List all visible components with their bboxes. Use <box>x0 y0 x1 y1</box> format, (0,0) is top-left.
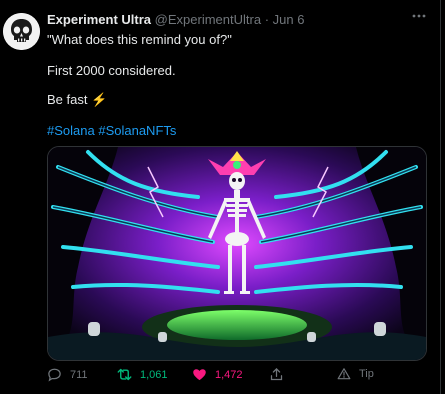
profile-avatar[interactable] <box>3 13 40 50</box>
skull-avatar-icon <box>3 13 40 50</box>
handle[interactable]: @ExperimentUltra <box>155 12 261 27</box>
hashtag-solananfts[interactable]: #SolanaNFTs <box>98 123 176 138</box>
share-icon <box>270 367 283 381</box>
tweet-media-image[interactable] <box>47 146 427 361</box>
retweet-button[interactable]: 1,061 <box>117 367 168 382</box>
like-count: 1,472 <box>215 368 243 381</box>
retweet-count: 1,061 <box>140 368 168 381</box>
tweet-action-bar: 711 1,061 1,472 Tip <box>47 367 417 385</box>
tip-label: Tip <box>359 368 374 380</box>
timeline-border <box>440 0 441 394</box>
hashtag-solana[interactable]: #Solana <box>47 123 95 138</box>
like-button[interactable]: 1,472 <box>192 367 243 382</box>
tip-icon <box>337 368 351 380</box>
tweet-text-line-3: Be fast ⚡ <box>47 92 107 108</box>
reply-icon <box>48 368 61 382</box>
tweet-text-be-fast: Be fast <box>47 92 88 107</box>
display-name[interactable]: Experiment Ultra <box>47 12 151 27</box>
reply-button[interactable]: 711 <box>47 367 88 382</box>
tweet-hashtags: #Solana #SolanaNFTs <box>47 123 176 138</box>
lightning-emoji: ⚡ <box>91 92 108 107</box>
skeleton-artwork-image <box>48 147 426 360</box>
reply-count: 711 <box>70 368 88 381</box>
tweet-date[interactable]: Jun 6 <box>273 12 305 27</box>
heart-icon <box>193 369 206 381</box>
tweet-text-line-2: First 2000 considered. <box>47 63 176 78</box>
tweet-header: Experiment Ultra @ExperimentUltra · Jun … <box>47 12 304 27</box>
tweet-text-line-1: "What does this remind you of?" <box>47 32 232 47</box>
retweet-icon <box>117 368 132 381</box>
separator-dot: · <box>264 12 270 27</box>
share-button[interactable] <box>269 367 284 382</box>
more-dots-icon[interactable] <box>409 8 429 24</box>
tip-button[interactable]: Tip <box>337 367 374 381</box>
